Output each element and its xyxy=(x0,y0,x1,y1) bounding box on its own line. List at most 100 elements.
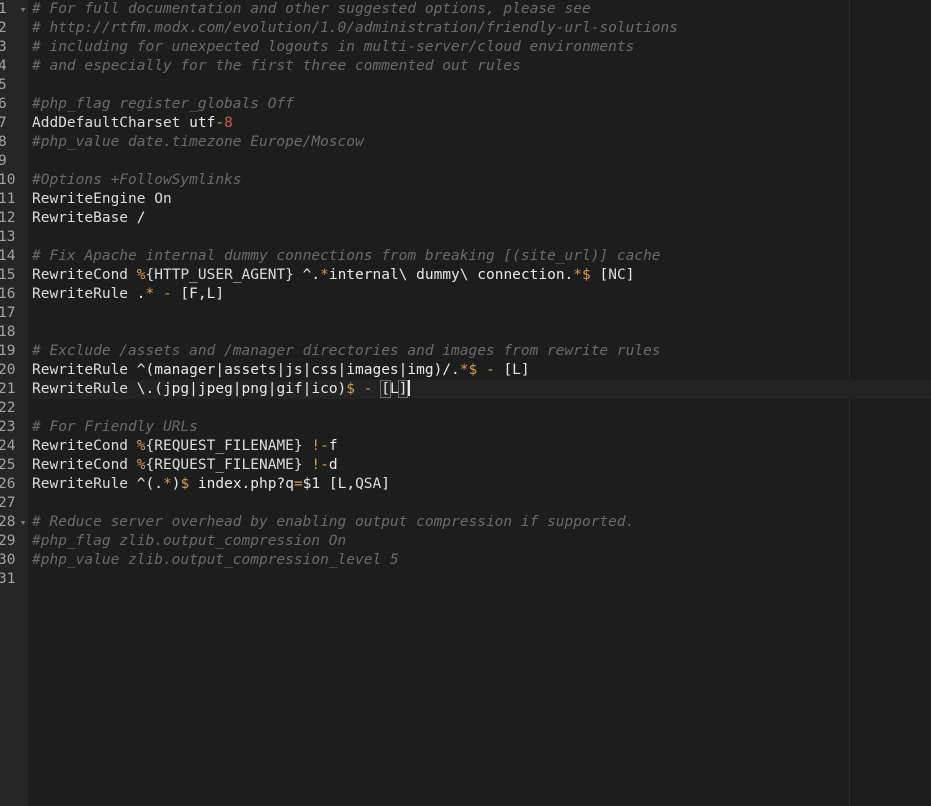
code-token: \.(jpg|jpeg|png|gif|ico) xyxy=(136,381,347,397)
line-number[interactable]: 7 xyxy=(0,114,28,133)
line-number[interactable]: 3 xyxy=(0,38,28,57)
code-token: AddDefaultCharset xyxy=(32,115,190,131)
code-line[interactable]: RewriteCond %{HTTP_USER_AGENT} ^.*intern… xyxy=(32,266,931,285)
comment-token: # For full documentation and other sugge… xyxy=(32,1,591,17)
code-line[interactable]: #php_value date.timezone Europe/Moscow xyxy=(32,133,931,152)
code-token: RewriteCond xyxy=(32,438,137,454)
matched-bracket: ] xyxy=(397,380,409,398)
code-token: RewriteCond xyxy=(32,267,137,283)
line-number[interactable]: 25 xyxy=(0,456,28,475)
code-line[interactable]: # including for unexpected logouts in mu… xyxy=(32,38,931,57)
line-number[interactable]: 6 xyxy=(0,95,28,114)
code-token: [ xyxy=(590,267,609,283)
code-line[interactable] xyxy=(32,494,931,513)
code-line[interactable] xyxy=(32,152,931,171)
code-line[interactable]: RewriteRule .* - [F,L] xyxy=(32,285,931,304)
code-token: . xyxy=(136,286,146,302)
code-line[interactable]: RewriteEngine On xyxy=(32,190,931,209)
code-line[interactable]: #php_flag zlib.output_compression On xyxy=(32,532,931,551)
line-number[interactable]: 21 xyxy=(0,380,28,399)
code-line[interactable] xyxy=(32,570,931,589)
code-line[interactable]: RewriteCond %{REQUEST_FILENAME} !-d xyxy=(32,456,931,475)
code-token: QSA xyxy=(355,476,382,492)
line-number[interactable]: 31 xyxy=(0,570,28,589)
comment-token: # http://rtfm.modx.com/evolution/1.0/adm… xyxy=(32,20,679,36)
comment-token: # Exclude /assets and /manager directori… xyxy=(32,343,661,359)
line-number[interactable]: 30 xyxy=(0,551,28,570)
line-number[interactable]: 5 xyxy=(0,76,28,95)
code-line[interactable]: RewriteRule ^(.*)$ index.php?q=$1 [L,QSA… xyxy=(32,475,931,494)
code-token: utf xyxy=(189,115,216,131)
line-number[interactable]: 23 xyxy=(0,418,28,437)
code-token: / xyxy=(136,210,146,226)
code-line[interactable]: # and especially for the first three com… xyxy=(32,57,931,76)
line-number[interactable]: 4 xyxy=(0,57,28,76)
line-number-gutter[interactable]: 1 2 3 4 5 6 7 8 9 10 11 12 13 14 15 16 17 18 19 20 21 22 23 24 2… xyxy=(0,0,29,806)
code-token: RewriteEngine On xyxy=(32,191,172,207)
line-number[interactable]: 24 xyxy=(0,437,28,456)
code-line[interactable]: # http://rtfm.modx.com/evolution/1.0/adm… xyxy=(32,19,931,38)
code-token: {REQUEST_FILENAME} xyxy=(145,438,303,454)
line-number[interactable]: 14 xyxy=(0,247,28,266)
line-number[interactable]: 9 xyxy=(0,152,28,171)
line-number[interactable]: 27 xyxy=(0,494,28,513)
code-line[interactable] xyxy=(32,399,931,418)
line-number[interactable]: 26 xyxy=(0,475,28,494)
code-token: ^(manager|assets|js|css|images|img)/. xyxy=(136,362,460,378)
comment-token: #php_flag zlib.output_compression On xyxy=(32,533,347,549)
code-line[interactable]: #php_flag register_globals Off xyxy=(32,95,931,114)
code-token: * xyxy=(145,286,155,302)
code-line[interactable] xyxy=(32,76,931,95)
line-number[interactable]: 10 xyxy=(0,171,28,190)
line-number[interactable]: 13 xyxy=(0,228,28,247)
line-number[interactable]: 20 xyxy=(0,361,28,380)
code-line[interactable]: RewriteRule \.(jpg|jpeg|png|gif|ico)$ - … xyxy=(32,380,931,399)
line-number[interactable]: 2 xyxy=(0,19,28,38)
code-line[interactable]: AddDefaultCharset utf-8 xyxy=(32,114,931,133)
code-line[interactable]: RewriteBase / xyxy=(32,209,931,228)
code-token: {HTTP_USER_AGENT} xyxy=(145,267,294,283)
line-number[interactable]: 22 xyxy=(0,399,28,418)
code-token: internal\ dummy\ connection. xyxy=(328,267,574,283)
comment-token: # For Friendly URLs xyxy=(32,419,198,435)
code-line[interactable]: # Fix Apache internal dummy connections … xyxy=(32,247,931,266)
line-number[interactable]: 18 xyxy=(0,323,28,342)
line-number[interactable]: 11 xyxy=(0,190,28,209)
code-line[interactable]: # For full documentation and other sugge… xyxy=(32,0,931,19)
code-token: % xyxy=(136,438,146,454)
line-number[interactable]: 17 xyxy=(0,304,28,323)
code-editor[interactable]: 1 2 3 4 5 6 7 8 9 10 11 12 13 14 15 16 17 18 19 20 21 22 23 24 2… xyxy=(0,0,931,806)
code-token: - xyxy=(215,115,225,131)
code-token: RewriteRule xyxy=(32,381,137,397)
code-token: RewriteRule xyxy=(32,476,137,492)
code-line[interactable]: #php_value zlib.output_compression_level… xyxy=(32,551,931,570)
code-line[interactable] xyxy=(32,228,931,247)
code-line[interactable]: #Options +FollowSymlinks xyxy=(32,171,931,190)
code-token: RewriteBase xyxy=(32,210,137,226)
fold-toggle-icon[interactable]: ▾ xyxy=(18,0,28,19)
code-token: $ xyxy=(346,381,356,397)
comment-token: # Reduce server overhead by enabling out… xyxy=(32,514,635,530)
line-number[interactable]: 15 xyxy=(0,266,28,285)
comment-token: # Fix Apache internal dummy connections … xyxy=(32,248,661,264)
code-token: - xyxy=(485,362,495,378)
code-line[interactable]: # For Friendly URLs xyxy=(32,418,931,437)
line-number[interactable]: 29 xyxy=(0,532,28,551)
line-number[interactable]: 8 xyxy=(0,133,28,152)
matched-bracket: [ xyxy=(380,380,391,398)
code-line[interactable]: RewriteRule ^(manager|assets|js|css|imag… xyxy=(32,361,931,380)
code-token: *$ xyxy=(459,362,478,378)
comment-token: # including for unexpected logouts in mu… xyxy=(32,39,635,55)
code-line[interactable] xyxy=(32,304,931,323)
code-token: RewriteCond xyxy=(32,457,137,473)
code-line[interactable]: # Reduce server overhead by enabling out… xyxy=(32,513,931,532)
line-number[interactable]: 12 xyxy=(0,209,28,228)
code-line[interactable] xyxy=(32,323,931,342)
line-number[interactable]: 16 xyxy=(0,285,28,304)
line-number[interactable]: 19 xyxy=(0,342,28,361)
fold-toggle-icon[interactable]: ▾ xyxy=(18,513,28,532)
code-line[interactable]: RewriteCond %{REQUEST_FILENAME} !-f xyxy=(32,437,931,456)
code-line[interactable]: # Exclude /assets and /manager directori… xyxy=(32,342,931,361)
